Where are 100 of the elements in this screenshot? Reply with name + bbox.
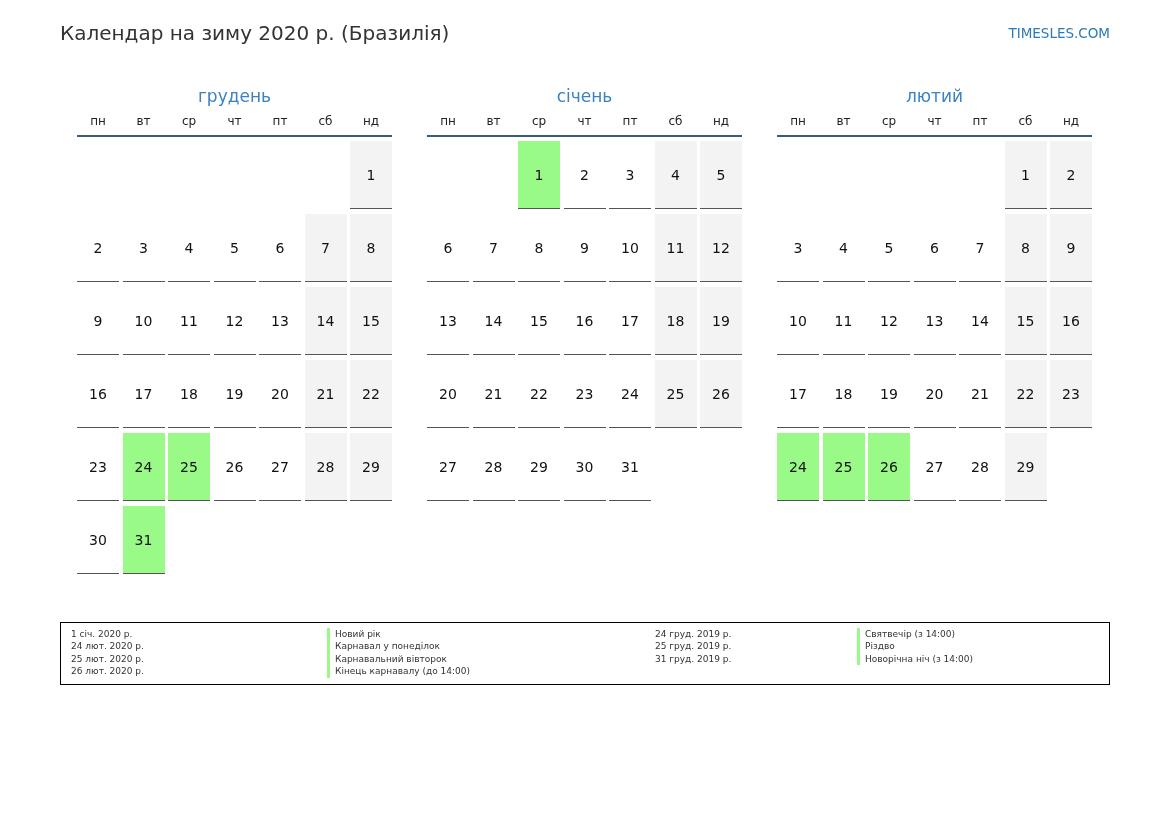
day-cell: 23 <box>1050 360 1092 428</box>
weekday-label: сб <box>667 114 684 128</box>
day-cell: 23 <box>563 360 606 428</box>
month-name: лютий <box>904 85 965 108</box>
day-cell: 11 <box>654 214 697 282</box>
day-cell: 30 <box>563 433 606 501</box>
holiday-date: 24 груд. 2019 р. <box>655 628 733 641</box>
weekday-label: пн <box>439 114 457 128</box>
day-cell: 10 <box>609 214 651 282</box>
day-cell: 24 <box>122 433 165 501</box>
day-cell: 5 <box>868 214 910 282</box>
day-cell: 2 <box>563 141 606 209</box>
holiday-date: 25 лют. 2020 р. <box>71 652 145 666</box>
day-cell: 12 <box>213 287 256 355</box>
day-cell: 19 <box>868 360 910 428</box>
day-cell: 27 <box>427 433 469 501</box>
day-cell: 22 <box>518 360 560 428</box>
holiday-name: Кінець карнавалу (до 14:00) <box>327 665 655 678</box>
day-cell: 21 <box>472 360 515 428</box>
weekday-label: нд <box>361 114 381 128</box>
weekday-label: ср <box>880 114 898 128</box>
day-cell: 5 <box>213 214 256 282</box>
day-cell: 18 <box>168 360 210 428</box>
day-cell: 12 <box>700 214 742 282</box>
day-cell: 3 <box>777 214 819 282</box>
day-cell: 28 <box>304 433 347 501</box>
day-cell: 24 <box>609 360 651 428</box>
day-cell: 8 <box>518 214 560 282</box>
day-cell: 31 <box>122 506 165 574</box>
day-cell: 26 <box>868 433 910 501</box>
holiday-name: Святвечір (з 14:00) <box>857 628 974 641</box>
holiday-name: Різдво <box>857 640 974 653</box>
day-cell: 30 <box>77 506 119 574</box>
day-cell: 20 <box>427 360 469 428</box>
day-cell: 6 <box>427 214 469 282</box>
day-cell: 27 <box>913 433 956 501</box>
day-cell: 5 <box>700 141 742 209</box>
day-cell: 21 <box>304 360 347 428</box>
weekday-label: сб <box>1017 114 1034 128</box>
day-cell: 25 <box>654 360 697 428</box>
month-name: грудень <box>196 85 273 108</box>
holiday-date: 31 груд. 2019 р. <box>655 652 733 666</box>
day-cell: 1 <box>518 141 560 209</box>
day-cell: 16 <box>77 360 119 428</box>
day-cell: 29 <box>350 433 392 501</box>
weekday-label: пн <box>89 114 107 128</box>
weekday-label: вт <box>135 114 152 128</box>
day-cell: 20 <box>259 360 301 428</box>
day-cell: 7 <box>472 214 515 282</box>
weekday-label: чт <box>926 114 943 128</box>
weekday-label: пт <box>271 114 289 128</box>
day-cell: 1 <box>350 141 392 209</box>
day-cell: 26 <box>700 360 742 428</box>
weekday-label: чт <box>576 114 593 128</box>
day-cell: 31 <box>609 433 651 501</box>
weekday-label: ср <box>180 114 198 128</box>
day-cell: 1 <box>1004 141 1047 209</box>
day-cell: 26 <box>213 433 256 501</box>
day-cell: 18 <box>654 287 697 355</box>
weekday-label: пт <box>971 114 989 128</box>
holiday-date: 25 груд. 2019 р. <box>655 640 733 653</box>
day-cell: 4 <box>654 141 697 209</box>
day-cell: 3 <box>122 214 165 282</box>
day-cell: 15 <box>518 287 560 355</box>
day-cell: 20 <box>913 360 956 428</box>
weekday-label: пн <box>789 114 807 128</box>
page-title: Календар на зиму 2020 р. (Бразилія) <box>60 21 450 45</box>
day-cell: 9 <box>563 214 606 282</box>
weekday-label: пт <box>621 114 639 128</box>
day-cell: 6 <box>913 214 956 282</box>
day-cell: 3 <box>609 141 651 209</box>
day-cell: 28 <box>472 433 515 501</box>
day-cell: 16 <box>1050 287 1092 355</box>
weekday-label: нд <box>1061 114 1081 128</box>
day-cell: 9 <box>1050 214 1092 282</box>
day-cell: 10 <box>777 287 819 355</box>
weekday-label: ср <box>530 114 548 128</box>
weekday-label: нд <box>711 114 731 128</box>
day-cell: 23 <box>77 433 119 501</box>
day-cell: 29 <box>1004 433 1047 501</box>
day-cell: 8 <box>350 214 392 282</box>
day-cell: 11 <box>822 287 865 355</box>
day-cell: 28 <box>959 433 1001 501</box>
day-cell: 13 <box>259 287 301 355</box>
holiday-name: Карнавал у понеділок <box>327 640 655 653</box>
day-cell: 15 <box>350 287 392 355</box>
day-cell: 17 <box>777 360 819 428</box>
day-cell: 19 <box>700 287 742 355</box>
day-cell: 25 <box>822 433 865 501</box>
holiday-date: 26 лют. 2020 р. <box>71 665 145 678</box>
day-cell: 13 <box>427 287 469 355</box>
day-cell: 17 <box>609 287 651 355</box>
day-cell: 2 <box>1050 141 1092 209</box>
day-cell: 21 <box>959 360 1001 428</box>
site-link[interactable]: TIMESLES.COM <box>1008 25 1110 41</box>
holiday-name: Новий рік <box>327 628 655 641</box>
weekday-label: вт <box>835 114 852 128</box>
day-cell: 12 <box>868 287 910 355</box>
day-cell: 15 <box>1004 287 1047 355</box>
month-name: січень <box>555 85 614 108</box>
